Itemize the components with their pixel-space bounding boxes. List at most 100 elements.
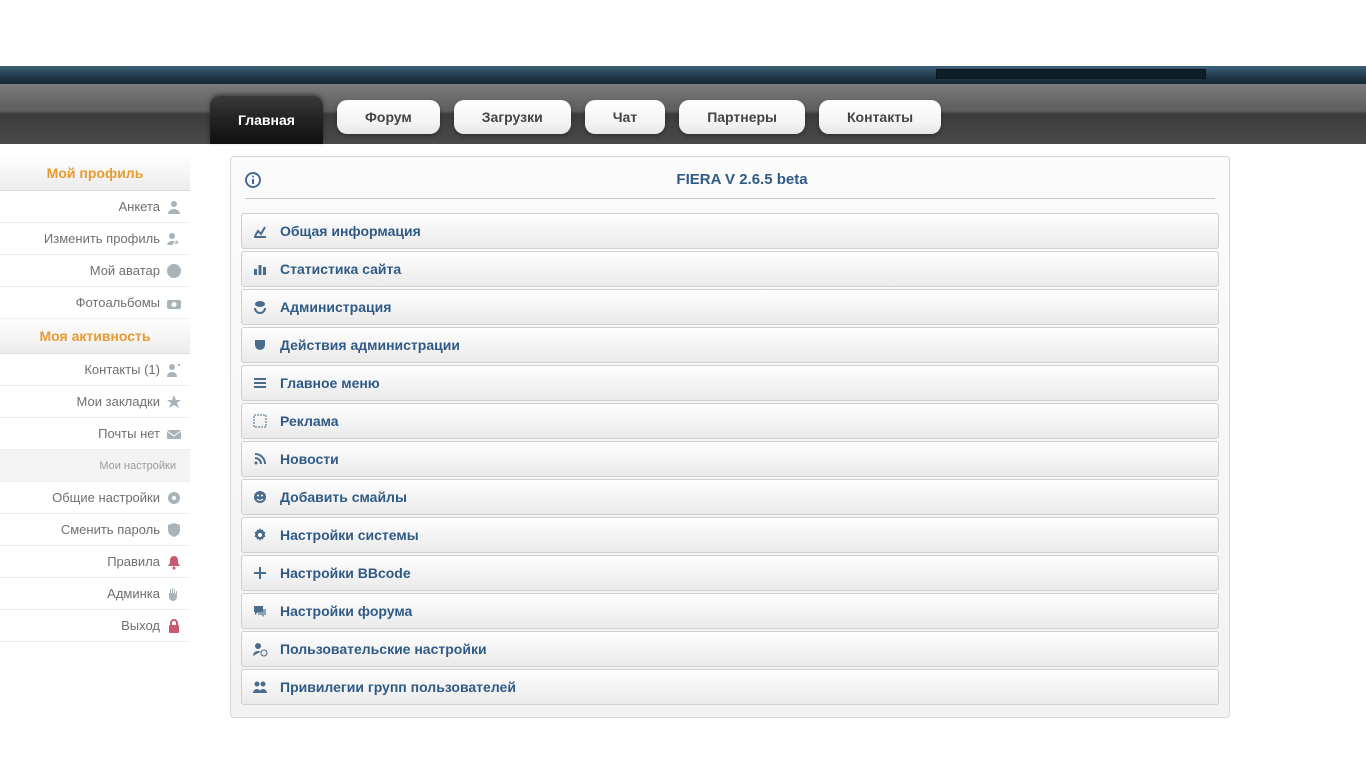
admin-row-admin-actions[interactable]: Действия администрации [241,327,1219,363]
admin-row-news[interactable]: Новости [241,441,1219,477]
admin-row-label: Новости [280,451,339,467]
sidebar-item-admin[interactable]: Админка [0,578,190,610]
nav-tab-partners[interactable]: Партнеры [679,100,805,134]
sidebar-item-label: Изменить профиль [44,231,160,246]
admin-row-label: Главное меню [280,375,380,391]
face-icon [166,263,182,279]
admin-row-system-settings[interactable]: Настройки системы [241,517,1219,553]
sidebar: Мой профиль Анкета Изменить профиль Мой … [0,156,190,718]
nav-tab-label: Форум [365,109,412,125]
admin-row-label: Действия администрации [280,337,460,353]
admin-row-group-privileges[interactable]: Привилегии групп пользователей [241,669,1219,705]
admin-panel: FIERA V 2.6.5 beta Общая информация Стат… [230,156,1230,718]
sidebar-item-label: Выход [121,618,160,633]
admin-row-label: Привилегии групп пользователей [280,679,516,695]
body-layout: Мой профиль Анкета Изменить профиль Мой … [0,156,1366,718]
nav-tab-chat[interactable]: Чат [585,100,665,134]
hand-icon [166,586,182,602]
main-nav: Главная Форум Загрузки Чат Партнеры Конт… [0,84,1366,144]
sidebar-item-bookmarks[interactable]: Мои закладки [0,386,190,418]
sidebar-header-profile: Мой профиль [0,156,190,191]
nav-tab-forum[interactable]: Форум [337,100,440,134]
bars-icon [252,261,268,277]
admin-row-general-info[interactable]: Общая информация [241,213,1219,249]
admin-row-label: Реклама [280,413,339,429]
admin-row-user-settings[interactable]: Пользовательские настройки [241,631,1219,667]
admin-row-forum-settings[interactable]: Настройки форума [241,593,1219,629]
star-icon [166,394,182,410]
nav-tab-label: Контакты [847,109,913,125]
sidebar-header-activity: Моя активность [0,319,190,354]
admin-row-label: Статистика сайта [280,261,401,277]
smile-icon [252,489,268,505]
add-user-icon [166,362,182,378]
sidebar-item-general-settings[interactable]: Общие настройки [0,482,190,514]
sidebar-item-edit-profile[interactable]: Изменить профиль [0,223,190,255]
cog-icon [252,527,268,543]
nav-tab-contacts[interactable]: Контакты [819,100,941,134]
sidebar-item-avatar[interactable]: Мой аватар [0,255,190,287]
nav-tab-label: Партнеры [707,109,777,125]
sidebar-item-logout[interactable]: Выход [0,610,190,642]
lock-icon [166,618,182,634]
target-icon [252,413,268,429]
shield-icon [166,522,182,538]
sidebar-item-label: Фотоальбомы [76,295,160,310]
sidebar-item-label: Мои закладки [77,394,160,409]
sidebar-item-profile-form[interactable]: Анкета [0,191,190,223]
chart-icon [252,223,268,239]
camera-icon [166,295,182,311]
sidebar-item-label: Сменить пароль [61,522,160,537]
sidebar-item-label: Мои настройки [99,460,176,472]
admin-row-ads[interactable]: Реклама [241,403,1219,439]
admin-row-label: Добавить смайлы [280,489,407,505]
header-band: Главная Форум Загрузки Чат Партнеры Конт… [0,66,1366,144]
rss-icon [252,451,268,467]
info-icon [245,172,261,188]
group-icon [252,679,268,695]
user-cog-icon [252,641,268,657]
panel-divider [245,198,1215,199]
admin-row-label: Пользовательские настройки [280,641,487,657]
menu-icon [252,375,268,391]
admin-row-label: Общая информация [280,223,421,239]
sidebar-item-label: Админка [107,586,160,601]
user-icon [166,199,182,215]
admin-row-main-menu[interactable]: Главное меню [241,365,1219,401]
admin-row-administration[interactable]: Администрация [241,289,1219,325]
admin-row-site-stats[interactable]: Статистика сайта [241,251,1219,287]
admin-row-label: Администрация [280,299,391,315]
arrows-icon [252,565,268,581]
top-spacer [0,0,1366,66]
ad-placeholder [936,69,1206,79]
nav-tab-label: Загрузки [482,109,543,125]
nav-tab-downloads[interactable]: Загрузки [454,100,571,134]
sidebar-header-settings: Мои настройки [0,450,190,482]
main-content: FIERA V 2.6.5 beta Общая информация Стат… [230,156,1230,718]
pencil-user-icon [166,231,182,247]
person-badge-icon [252,299,268,315]
sidebar-item-label: Контакты (1) [84,362,160,377]
panel-title: FIERA V 2.6.5 beta [269,171,1215,188]
admin-row-label: Настройки BBcode [280,565,411,581]
sidebar-item-mail[interactable]: Почты нет [0,418,190,450]
admin-row-bbcode-settings[interactable]: Настройки BBcode [241,555,1219,591]
nav-tab-label: Главная [238,112,295,128]
sidebar-item-label: Анкета [118,199,160,214]
admin-row-label: Настройки форума [280,603,412,619]
sidebar-item-photo-albums[interactable]: Фотоальбомы [0,287,190,319]
bell-icon [166,554,182,570]
nav-tab-label: Чат [613,109,637,125]
mail-icon [166,426,182,442]
sidebar-item-rules[interactable]: Правила [0,546,190,578]
sidebar-item-label: Общие настройки [52,490,160,505]
admin-row-add-smileys[interactable]: Добавить смайлы [241,479,1219,515]
sidebar-item-change-password[interactable]: Сменить пароль [0,514,190,546]
gear-icon [166,490,182,506]
sidebar-item-contacts[interactable]: Контакты (1) [0,354,190,386]
sidebar-item-label: Правила [107,554,160,569]
sidebar-item-label: Мой аватар [90,263,160,278]
nav-tab-home[interactable]: Главная [210,96,323,144]
sidebar-item-label: Почты нет [98,426,160,441]
panel-title-row: FIERA V 2.6.5 beta [241,165,1219,198]
